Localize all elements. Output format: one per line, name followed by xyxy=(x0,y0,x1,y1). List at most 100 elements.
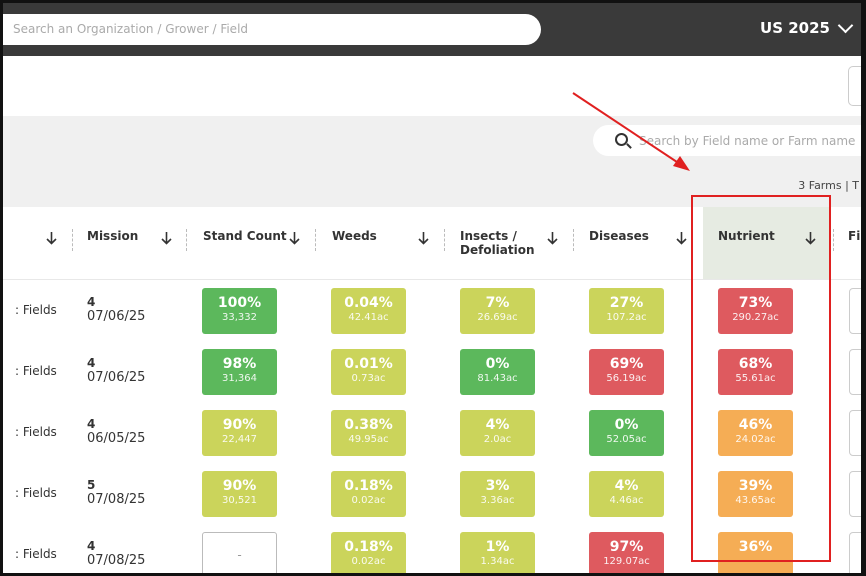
weeds-tile[interactable]: 0.38% 49.95ac xyxy=(331,410,406,456)
mission-number: 4 xyxy=(87,417,96,431)
stand-tile[interactable]: 100% 33,332 xyxy=(202,288,277,334)
row-mission: 4 06/05/25 xyxy=(87,417,145,446)
organization-search-input[interactable]: Search an Organization / Grower / Field xyxy=(3,14,541,45)
column-header-stand-count[interactable]: Stand Count xyxy=(203,229,287,243)
insects-detail: 1.34ac xyxy=(480,556,515,567)
insects-tile[interactable]: 4% 2.0ac xyxy=(460,410,535,456)
column-header-insects-line1: Insects / xyxy=(460,229,517,243)
diseases-detail: 107.2ac xyxy=(606,312,647,323)
diseases-tile[interactable]: 0% 52.05ac xyxy=(589,410,664,456)
table-row[interactable]: : Fields 4 07/08/25 - 0.18% 0.02ac 1% 1.34ac 97%… xyxy=(3,525,861,573)
sort-arrow-down-icon[interactable] xyxy=(805,231,816,245)
stand-tile[interactable]: 90% 30,521 xyxy=(202,471,277,517)
row-mission: 5 07/08/25 xyxy=(87,478,145,507)
insects-tile[interactable]: 1% 1.34ac xyxy=(460,532,535,573)
diseases-percent: 4% xyxy=(614,478,639,494)
organization-search-placeholder: Search an Organization / Grower / Field xyxy=(13,22,249,36)
column-header-nutrient[interactable]: Nutrient xyxy=(718,229,775,243)
row-fields-label: : Fields xyxy=(15,303,57,317)
top-bar: Search an Organization / Grower / Field … xyxy=(3,3,861,56)
row-action-partial[interactable] xyxy=(849,532,861,573)
insects-percent: 4% xyxy=(485,417,510,433)
mission-date: 07/06/25 xyxy=(87,370,146,385)
column-header-weeds[interactable]: Weeds xyxy=(332,229,377,243)
mission-date: 07/06/25 xyxy=(87,309,146,324)
diseases-detail: 56.19ac xyxy=(606,373,647,384)
row-action-partial[interactable] xyxy=(849,410,861,456)
weeds-detail: 0.02ac xyxy=(351,556,386,567)
sort-arrow-down-icon[interactable] xyxy=(46,231,57,245)
toolbar-button-partial[interactable] xyxy=(848,66,861,106)
table-row[interactable]: : Fields 4 07/06/25 98% 31,364 0.01% 0.73ac 0% 8… xyxy=(3,342,861,404)
nutrient-tile[interactable]: 68% 55.61ac xyxy=(718,349,793,395)
diseases-tile[interactable]: 27% 107.2ac xyxy=(589,288,664,334)
diseases-tile[interactable]: 4% 4.46ac xyxy=(589,471,664,517)
diseases-percent: 97% xyxy=(609,539,644,555)
weeds-detail: 49.95ac xyxy=(348,434,389,445)
column-separator xyxy=(573,229,574,251)
column-separator xyxy=(72,229,73,251)
diseases-detail: 4.46ac xyxy=(609,495,644,506)
stand-detail: 31,364 xyxy=(222,373,257,384)
diseases-detail: 52.05ac xyxy=(606,434,647,445)
row-action-partial[interactable] xyxy=(849,471,861,517)
stand-tile[interactable]: 98% 31,364 xyxy=(202,349,277,395)
nutrient-tile[interactable]: 46% 24.02ac xyxy=(718,410,793,456)
weeds-tile[interactable]: 0.01% 0.73ac xyxy=(331,349,406,395)
sub-header-bar xyxy=(3,56,861,117)
weeds-percent: 0.01% xyxy=(344,356,393,372)
row-mission: 4 07/06/25 xyxy=(87,295,145,324)
row-fields-label: : Fields xyxy=(15,486,57,500)
nutrient-percent: 36% xyxy=(738,539,773,555)
row-fields-label: : Fields xyxy=(15,425,57,439)
row-action-partial[interactable] xyxy=(849,349,861,395)
farm-count-label: 3 Farms | T xyxy=(798,179,859,192)
insects-tile[interactable]: 3% 3.36ac xyxy=(460,471,535,517)
stand-tile[interactable]: - xyxy=(202,532,277,573)
weeds-detail: 0.02ac xyxy=(351,495,386,506)
sort-arrow-down-icon[interactable] xyxy=(289,231,300,245)
field-search-input[interactable]: Search by Field name or Farm name xyxy=(593,125,861,156)
nutrient-detail: 43.65ac xyxy=(735,495,776,506)
nutrient-percent: 68% xyxy=(738,356,773,372)
stand-detail: 22,447 xyxy=(222,434,257,445)
column-header-mission[interactable]: Mission xyxy=(87,229,138,243)
nutrient-percent: 73% xyxy=(738,295,773,311)
stand-tile[interactable]: 90% 22,447 xyxy=(202,410,277,456)
insects-tile[interactable]: 0% 81.43ac xyxy=(460,349,535,395)
region-selector[interactable]: US 2025 xyxy=(760,17,854,37)
nutrient-tile[interactable]: 36% xyxy=(718,532,793,573)
table-row[interactable]: : Fields 5 07/08/25 90% 30,521 0.18% 0.02ac 3% 3… xyxy=(3,464,861,526)
column-header-truncated[interactable]: Fi xyxy=(848,229,860,243)
insects-percent: 7% xyxy=(485,295,510,311)
table-row[interactable]: : Fields 4 07/06/25 100% 33,332 0.04% 42.41ac 7… xyxy=(3,281,861,343)
diseases-detail: 129.07ac xyxy=(603,556,650,567)
weeds-percent: 0.18% xyxy=(344,478,393,494)
stand-percent: 90% xyxy=(222,478,257,494)
insects-percent: 0% xyxy=(485,356,510,372)
stand-percent: - xyxy=(237,548,242,562)
weeds-tile[interactable]: 0.18% 0.02ac xyxy=(331,532,406,573)
table-row[interactable]: : Fields 4 06/05/25 90% 22,447 0.38% 49.95ac 4%… xyxy=(3,403,861,465)
sort-arrow-down-icon[interactable] xyxy=(676,231,687,245)
field-search-placeholder: Search by Field name or Farm name xyxy=(639,134,856,148)
insects-detail: 26.69ac xyxy=(477,312,518,323)
insects-percent: 1% xyxy=(485,539,510,555)
search-icon xyxy=(615,133,628,146)
stand-percent: 100% xyxy=(217,295,262,311)
sort-arrow-down-icon[interactable] xyxy=(161,231,172,245)
insects-tile[interactable]: 7% 26.69ac xyxy=(460,288,535,334)
nutrient-tile[interactable]: 73% 290.27ac xyxy=(718,288,793,334)
weeds-tile[interactable]: 0.18% 0.02ac xyxy=(331,471,406,517)
column-header-diseases[interactable]: Diseases xyxy=(589,229,649,243)
insects-percent: 3% xyxy=(485,478,510,494)
sort-arrow-down-icon[interactable] xyxy=(418,231,429,245)
weeds-tile[interactable]: 0.04% 42.41ac xyxy=(331,288,406,334)
column-header-insects[interactable]: Insects / Defoliation xyxy=(460,229,535,257)
sort-arrow-down-icon[interactable] xyxy=(547,231,558,245)
row-action-partial[interactable] xyxy=(849,288,861,334)
filter-area: Search by Field name or Farm name 3 Farm… xyxy=(3,116,861,207)
diseases-tile[interactable]: 97% 129.07ac xyxy=(589,532,664,573)
diseases-tile[interactable]: 69% 56.19ac xyxy=(589,349,664,395)
nutrient-tile[interactable]: 39% 43.65ac xyxy=(718,471,793,517)
